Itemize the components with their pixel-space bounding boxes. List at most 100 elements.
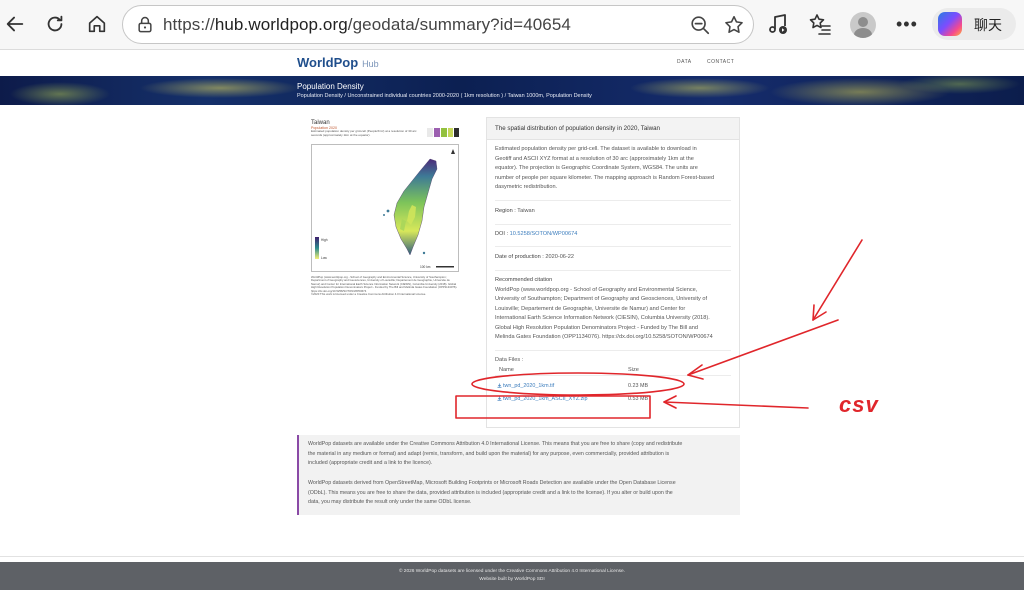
map-caption-license: ©2020 This work is licensed under a Crea… — [311, 292, 427, 297]
north-arrow-icon — [451, 149, 455, 154]
dataset-description: Estimated population density per grid-ce… — [495, 145, 714, 193]
citation-line: WorldPop (www.worldpop.org - School of G… — [495, 286, 698, 293]
site-footer: © 2026 WorldPop datasets are licensed un… — [0, 562, 1024, 590]
divider — [495, 246, 731, 247]
map-caption: WorldPop (www.worldpop.org - School of G… — [311, 275, 459, 297]
url-host: hub.worldpop.org — [214, 15, 348, 34]
divider — [495, 224, 731, 225]
url-path: /geodata/summary?id=40654 — [347, 15, 571, 34]
copilot-icon — [938, 12, 962, 36]
description-line: Geotiff and ASCII XYZ format at a resolu… — [495, 155, 694, 162]
divider — [495, 200, 731, 201]
license-line: the material in any medium or format) an… — [308, 450, 670, 457]
region-label: Region : — [495, 208, 516, 214]
url-scheme: https:// — [163, 15, 215, 34]
license-line: included (appropriate credit and a link … — [308, 460, 433, 467]
page-title: Population Density — [297, 82, 364, 91]
map-preview-image: Taiwan Population 2020 Estimated populat… — [311, 120, 461, 296]
worldpop-logo[interactable]: WorldPop Hub — [297, 55, 379, 70]
screenshot-root: https://hub.worldpop.org/geodata/summary… — [0, 0, 1024, 610]
logo-text: WorldPop — [297, 55, 359, 70]
dataset-heading: The spatial distribution of population d… — [495, 125, 660, 132]
file-name: twn_pd_2020_1km.tif — [503, 383, 555, 389]
annotation-arrow-upper — [812, 239, 863, 321]
doi-label: DOI : — [495, 231, 509, 237]
file-name: twn_pd_2020_1km_ASCII_XYZ.zip — [503, 396, 588, 402]
license-paragraph-cc: WorldPop datasets are available under th… — [308, 440, 734, 469]
region-value: Taiwan — [517, 208, 535, 214]
citation-line: International Earth Science Information … — [495, 315, 710, 321]
browser-toolbar: https://hub.worldpop.org/geodata/summary… — [0, 0, 1024, 50]
download-icon — [497, 383, 502, 388]
more-menu-button[interactable]: ••• — [896, 14, 918, 35]
reload-icon — [47, 15, 63, 32]
file-size: 0.23 MB — [628, 383, 649, 389]
description-line: Estimated population density per grid-ce… — [495, 146, 697, 152]
data-files-label: Data Files : — [495, 357, 524, 363]
citation-line: University of Southampton; Department of… — [495, 296, 708, 302]
partner-logos-icon — [427, 128, 459, 137]
license-line: data, you may distribute the result only… — [308, 499, 472, 506]
map-caption-citation: WorldPop (www.worldpop.org - School of G… — [311, 275, 458, 293]
reload-button[interactable] — [40, 9, 70, 39]
citation-line: Melinda Gates Foundation (OPP1134076). h… — [495, 334, 713, 340]
annotation-csv-label: csv — [839, 392, 879, 417]
back-arrow-icon — [6, 16, 24, 32]
citation-line: Global High Resolution Population Denomi… — [495, 324, 698, 331]
footer-divider — [0, 556, 1024, 557]
dataset-info-panel: The spatial distribution of population d… — [486, 117, 740, 428]
files-header-divider — [495, 375, 731, 376]
doi-row: DOI : 10.5258/SOTON/WP00674 — [495, 230, 577, 240]
site-header: WorldPop Hub DATA CONTACT — [0, 50, 1024, 76]
home-icon — [88, 15, 106, 33]
file-link-tif[interactable]: twn_pd_2020_1km.tif — [497, 383, 554, 389]
panel-header: The spatial distribution of population d… — [487, 118, 739, 140]
map-description: Estimated population density per grid-ce… — [311, 129, 417, 137]
license-line: WorldPop datasets derived from OpenStree… — [308, 480, 676, 486]
divider — [495, 270, 731, 271]
nav-contact-link[interactable]: CONTACT — [707, 59, 734, 65]
license-line: (ODbL). This means you are free to share… — [308, 489, 673, 496]
citation-line: Louisville; Departement de Geographie, U… — [495, 305, 686, 312]
doi-link[interactable]: 10.5258/SOTON/WP00674 — [510, 231, 578, 237]
file-link-xyz[interactable]: twn_pd_2020_1km_ASCII_XYZ.zip — [497, 396, 588, 402]
description-line: dasymetric redistribution. — [495, 184, 558, 190]
license-line: WorldPop datasets are available under th… — [308, 441, 683, 447]
zoom-out-icon[interactable] — [689, 14, 711, 36]
footer-license-text: © 2026 WorldPop datasets are licensed un… — [398, 569, 626, 574]
description-line: equator). The projection is Geographic C… — [495, 165, 698, 171]
profile-avatar[interactable] — [850, 12, 876, 38]
divider — [495, 350, 731, 351]
url-text[interactable]: https://hub.worldpop.org/geodata/summary… — [163, 15, 571, 35]
nav-data-link[interactable]: DATA — [677, 59, 692, 65]
copilot-chat-label: 聊天 — [974, 17, 1002, 33]
legend-low-label: Low — [321, 256, 328, 260]
download-icon — [497, 396, 502, 401]
favorites-list-icon[interactable] — [808, 12, 832, 36]
description-line: number of people per square kilometer. T… — [495, 174, 715, 181]
file-size: 0.53 MB — [628, 396, 649, 402]
citation-label: Recommended citation — [495, 277, 553, 283]
home-button[interactable] — [82, 9, 112, 39]
legend-color-bar — [315, 237, 319, 259]
footer-credit-text: Website built by WorldPop SDI — [479, 577, 545, 582]
address-bar[interactable]: https://hub.worldpop.org/geodata/summary… — [122, 5, 754, 44]
breadcrumb: Population Density / Unconstrained indiv… — [297, 93, 592, 99]
license-paragraph-odbl: WorldPop datasets derived from OpenStree… — [308, 479, 734, 508]
license-notice: WorldPop datasets are available under th… — [297, 435, 740, 515]
legend-high-label: High — [321, 238, 328, 242]
lock-icon[interactable] — [135, 15, 155, 35]
date-label: Date of production : — [495, 254, 544, 260]
copilot-chat-button[interactable]: 聊天 — [932, 8, 1016, 40]
taiwan-population-map: High Low 100 km — [315, 149, 455, 269]
back-button[interactable] — [0, 9, 30, 39]
logo-suffix: Hub — [362, 59, 379, 69]
citation-block: Recommended citation WorldPop (www.world… — [495, 276, 713, 343]
media-control-icon[interactable] — [766, 12, 790, 36]
favorite-star-icon[interactable] — [723, 14, 745, 36]
page-banner: Population Density Population Density / … — [0, 76, 1024, 105]
date-value: 2020-06-22 — [545, 254, 575, 260]
date-row: Date of production : 2020-06-22 — [495, 253, 574, 263]
map-frame: High Low 100 km — [311, 144, 459, 272]
region-row: Region : Taiwan — [495, 207, 535, 217]
